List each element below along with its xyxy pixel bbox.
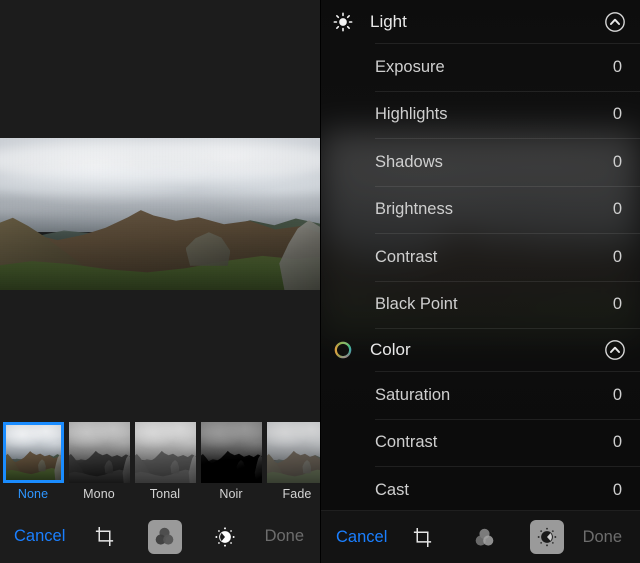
- left-panel-filters-view: None Mono Tonal Noir Fade Cancel Done: [0, 0, 320, 563]
- filters-tool-button[interactable]: [147, 519, 182, 554]
- adjustment-value: 0: [612, 105, 622, 123]
- adjustment-value: 0: [612, 152, 622, 171]
- right-toolbar-tools: [406, 520, 564, 554]
- cancel-button[interactable]: Cancel: [320, 529, 387, 546]
- left-toolbar-tools: [88, 519, 242, 554]
- crop-icon: [412, 527, 433, 548]
- crop-icon: [94, 526, 115, 547]
- adjust-dial-icon: [536, 526, 558, 548]
- adjustment-row-highlights[interactable]: Highlights 0: [320, 90, 640, 139]
- filters-icon: [153, 525, 176, 548]
- adjustment-label: Exposure: [375, 57, 445, 76]
- mountain-panorama-image: [0, 138, 320, 290]
- adjustment-value: 0: [612, 480, 622, 499]
- filter-option-noir[interactable]: Noir: [198, 422, 264, 501]
- filter-thumbnail[interactable]: [134, 422, 196, 483]
- adjustment-row-brightness[interactable]: Brightness 0: [320, 185, 640, 234]
- adjustment-value: 0: [612, 385, 622, 404]
- right-panel-adjust-view: Light Exposure 0 Highlights 0 Shadows 0: [320, 0, 640, 563]
- adjustment-label: Contrast: [375, 247, 438, 266]
- adjustment-row-contrast-light[interactable]: Contrast 0: [320, 233, 640, 281]
- adjust-dial-icon: [214, 526, 236, 548]
- panel-divider: [320, 0, 321, 563]
- adjustment-row-contrast-color[interactable]: Contrast 0: [320, 418, 640, 467]
- photo-stage: [0, 0, 320, 412]
- cancel-button[interactable]: Cancel: [0, 528, 65, 545]
- adjustment-label: Cast: [375, 480, 409, 499]
- filter-thumbnail[interactable]: [68, 422, 130, 483]
- chevron-up-circle-icon[interactable]: [604, 11, 626, 33]
- crop-tool-button[interactable]: [406, 520, 440, 554]
- adjustment-label: Black Point: [375, 295, 458, 313]
- filter-option-mono[interactable]: Mono: [66, 422, 132, 501]
- filter-thumbnail[interactable]: [200, 422, 262, 483]
- adjustment-value: 0: [612, 295, 622, 313]
- adjust-tool-button[interactable]: [208, 520, 242, 554]
- adjustment-row-black-point[interactable]: Black Point 0: [320, 280, 640, 329]
- filter-thumbnail[interactable]: [2, 422, 64, 483]
- section-title: Light: [370, 12, 407, 31]
- adjust-tool-button[interactable]: [529, 520, 564, 554]
- left-bottom-toolbar: Cancel Done: [0, 510, 320, 563]
- adjustments-list[interactable]: Light Exposure 0 Highlights 0 Shadows 0: [320, 0, 640, 563]
- filters-tool-button[interactable]: [468, 520, 502, 554]
- adjustment-value: 0: [612, 57, 622, 76]
- adjustment-label: Brightness: [375, 200, 453, 218]
- color-wheel-icon: [332, 339, 354, 361]
- filter-label: Mono: [83, 487, 115, 501]
- sun-icon: [332, 11, 354, 33]
- filter-label: Fade: [282, 487, 312, 501]
- adjustment-row-exposure[interactable]: Exposure 0: [320, 43, 640, 91]
- section-header-color[interactable]: Color: [320, 328, 640, 371]
- filter-thumbnail[interactable]: [266, 422, 320, 483]
- filter-label: None: [17, 487, 49, 501]
- adjustment-label: Saturation: [375, 385, 451, 404]
- filter-option-fade[interactable]: Fade: [264, 422, 320, 501]
- filter-option-tonal[interactable]: Tonal: [132, 422, 198, 501]
- adjustment-label: Highlights: [375, 105, 448, 123]
- photo-preview[interactable]: [0, 138, 320, 290]
- adjustment-row-saturation[interactable]: Saturation 0: [320, 371, 640, 419]
- right-bottom-toolbar: Cancel Done: [320, 510, 640, 563]
- adjustment-value: 0: [612, 433, 622, 451]
- crop-tool-button[interactable]: [88, 520, 122, 554]
- photo-editor-screenshot: None Mono Tonal Noir Fade Cancel Done Li…: [0, 0, 640, 563]
- chevron-up-circle-icon[interactable]: [604, 339, 626, 361]
- filter-option-none[interactable]: None: [0, 422, 66, 501]
- adjustment-value: 0: [612, 247, 622, 266]
- section-title: Color: [370, 340, 411, 359]
- section-header-light[interactable]: Light: [320, 0, 640, 43]
- filter-thumbnail-strip[interactable]: None Mono Tonal Noir Fade: [0, 422, 320, 510]
- filter-label: Tonal: [149, 487, 181, 501]
- done-button[interactable]: Done: [583, 529, 640, 546]
- filters-icon: [473, 526, 496, 549]
- done-button[interactable]: Done: [265, 528, 320, 545]
- adjustment-row-cast[interactable]: Cast 0: [320, 466, 640, 514]
- adjustment-label: Contrast: [375, 433, 438, 451]
- adjustment-label: Shadows: [375, 152, 443, 171]
- adjustment-row-shadows[interactable]: Shadows 0: [320, 138, 640, 186]
- adjustment-value: 0: [612, 200, 622, 218]
- filter-label: Noir: [219, 487, 243, 501]
